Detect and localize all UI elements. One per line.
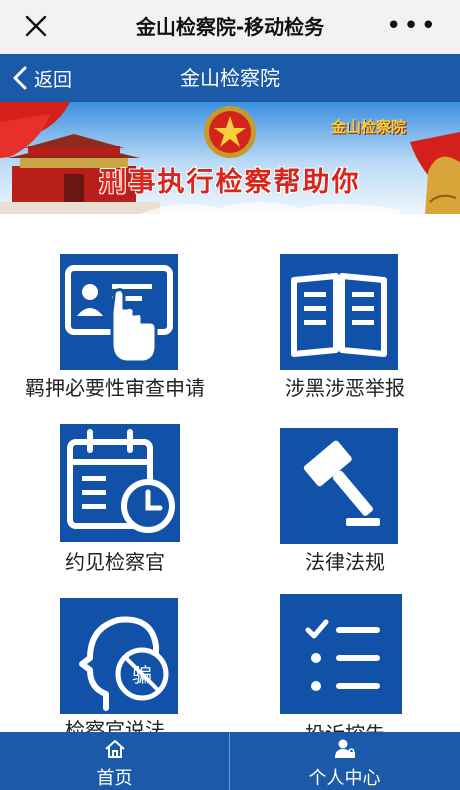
gavel-icon — [280, 428, 398, 544]
tab-label: 个人中心 — [308, 768, 381, 789]
tile-label: 约见检察官 — [65, 550, 165, 574]
anti-fraud-head-icon: 骗 — [60, 598, 178, 714]
tile-laws-regulations[interactable]: 法律法规 — [230, 414, 460, 582]
function-grid: 羁押必要性审查申请 涉黑涉恶举报 约见检察官 法律法规 骗 检察官说法 — [0, 214, 460, 732]
banner-headline: 刑事执行检察帮助你 — [99, 167, 361, 198]
back-label: 返回 — [34, 68, 73, 91]
tab-personal-center[interactable]: 个人中心 — [230, 732, 459, 790]
tile-label: 检察官说法 — [65, 718, 165, 732]
tab-label: 首页 — [96, 768, 133, 789]
banner: 金山检察院 刑事执行检察帮助你 — [0, 102, 460, 214]
wechat-title-bar: 金山检察院-移动检务 ••• — [0, 0, 460, 54]
checklist-icon — [280, 594, 402, 714]
calendar-clock-icon — [60, 424, 180, 542]
tile-prosecutor-talks[interactable]: 骗 检察官说法 — [0, 582, 230, 732]
banner-corner-text: 金山检察院 — [330, 118, 406, 136]
procuratorate-emblem — [204, 106, 256, 158]
id-card-touch-icon — [60, 254, 178, 370]
app-nav-bar: 返回 金山检察院 — [0, 54, 460, 102]
tile-label: 法律法规 — [305, 550, 385, 574]
tab-home[interactable]: 首页 — [0, 732, 229, 790]
more-options-icon[interactable]: ••• — [386, 13, 438, 39]
bottom-tab-bar: 首页 个人中心 — [0, 732, 460, 790]
tile-label: 投诉控告 — [230, 718, 460, 732]
tile-detention-review[interactable]: 羁押必要性审查申请 — [0, 214, 230, 414]
tile-label: 羁押必要性审查申请 — [25, 376, 205, 400]
open-book-icon — [280, 254, 398, 370]
user-lock-icon — [230, 738, 459, 760]
tile-label: 涉黑涉恶举报 — [285, 376, 405, 400]
tile-gang-report[interactable]: 涉黑涉恶举报 — [230, 214, 460, 414]
back-button[interactable]: 返回 — [12, 54, 72, 102]
svg-text:骗: 骗 — [132, 663, 152, 687]
home-icon — [0, 738, 229, 760]
chevron-left-icon — [13, 66, 27, 90]
tile-complaint[interactable]: 投诉控告 — [230, 582, 460, 732]
tile-meet-prosecutor[interactable]: 约见检察官 — [0, 414, 230, 582]
